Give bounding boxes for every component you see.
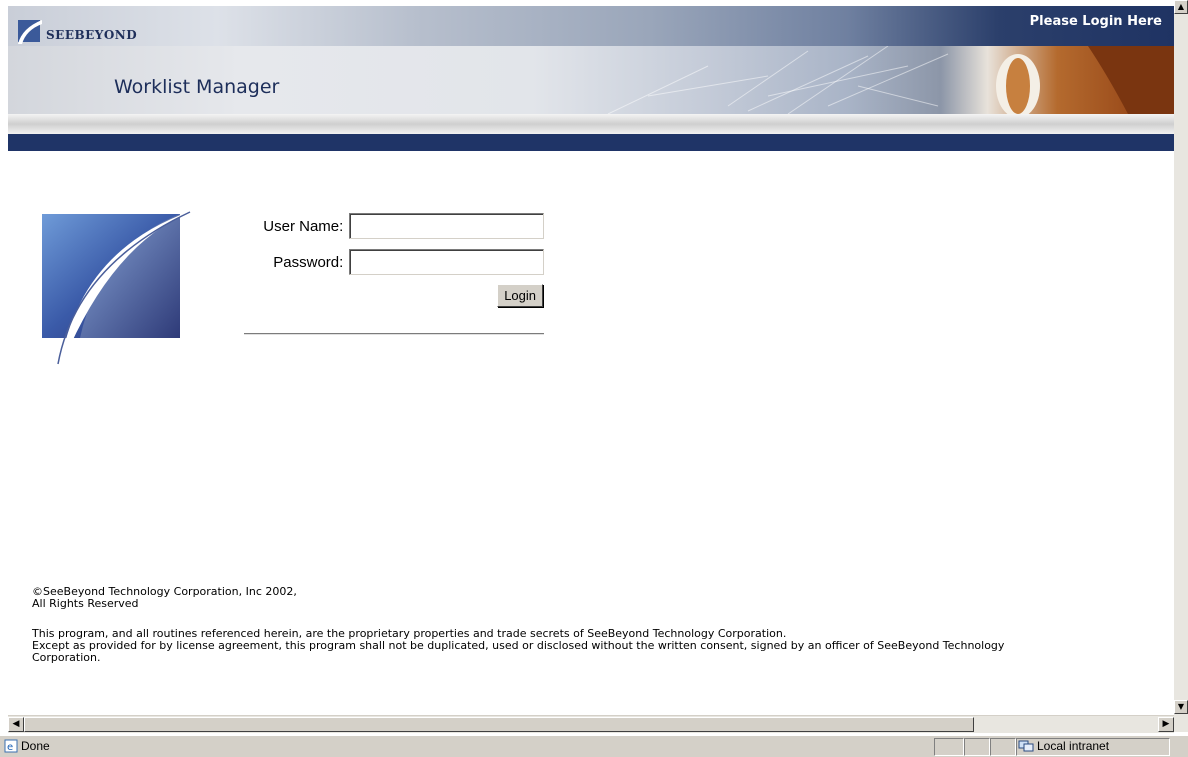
intranet-zone-icon: [1018, 740, 1034, 752]
zone-text: Local intranet: [1037, 739, 1110, 753]
scroll-left-icon[interactable]: ◀: [8, 717, 24, 732]
status-cell-3: [990, 738, 1016, 756]
status-text: Done: [21, 739, 50, 753]
username-input[interactable]: [349, 213, 544, 239]
button-row: Login: [244, 284, 544, 307]
ie-page-icon: e: [4, 739, 18, 753]
legal-line-2: Except as provided for by license agreem…: [32, 639, 1005, 652]
app-banner: Worklist Manager: [8, 46, 1174, 114]
brand-logo: SEEBEYOND: [16, 14, 156, 44]
scroll-right-icon[interactable]: ▶: [1158, 717, 1174, 732]
login-button[interactable]: Login: [497, 284, 543, 307]
scroll-thumb[interactable]: [24, 717, 974, 732]
copyright-line-2: All Rights Reserved: [32, 597, 139, 610]
password-label: Password:: [273, 253, 344, 271]
login-form: User Name: Password: Login: [244, 212, 544, 307]
legal-line-3: Corporation.: [32, 651, 101, 664]
form-divider: [244, 333, 544, 335]
password-row: Password:: [244, 248, 544, 276]
password-input[interactable]: [349, 249, 544, 275]
status-zone: Local intranet: [1018, 739, 1109, 753]
status-bar: e Done Local intranet: [0, 735, 1188, 757]
vertical-scrollbar[interactable]: ▲ ▼: [1174, 0, 1188, 732]
username-row: User Name:: [244, 212, 544, 240]
brand-name: SEEBEYOND: [46, 28, 138, 42]
copyright-block: ©SeeBeyond Technology Corporation, Inc 2…: [32, 586, 297, 610]
svg-text:e: e: [7, 742, 13, 753]
status-done: e Done: [4, 739, 50, 753]
horizontal-scrollbar[interactable]: ◀ ▶: [8, 715, 1174, 733]
app-title: Worklist Manager: [114, 76, 280, 98]
navy-band: [8, 134, 1174, 151]
status-cell-2: [964, 738, 990, 756]
seebeyond-large-logo-icon: [42, 208, 200, 366]
username-label: User Name:: [263, 217, 344, 235]
scroll-down-icon[interactable]: ▼: [1174, 700, 1188, 714]
top-bar: SEEBEYOND Please Login Here: [8, 6, 1174, 46]
legal-notice: This program, and all routines reference…: [32, 628, 1182, 664]
divider-band: [8, 114, 1174, 134]
seebeyond-logo-icon: [18, 20, 42, 44]
scroll-up-icon[interactable]: ▲: [1174, 0, 1188, 14]
browser-window: SEEBEYOND Please Login Here Worklist Man…: [0, 0, 1188, 757]
status-cell-1: [934, 738, 964, 756]
login-prompt: Please Login Here: [1029, 14, 1162, 29]
